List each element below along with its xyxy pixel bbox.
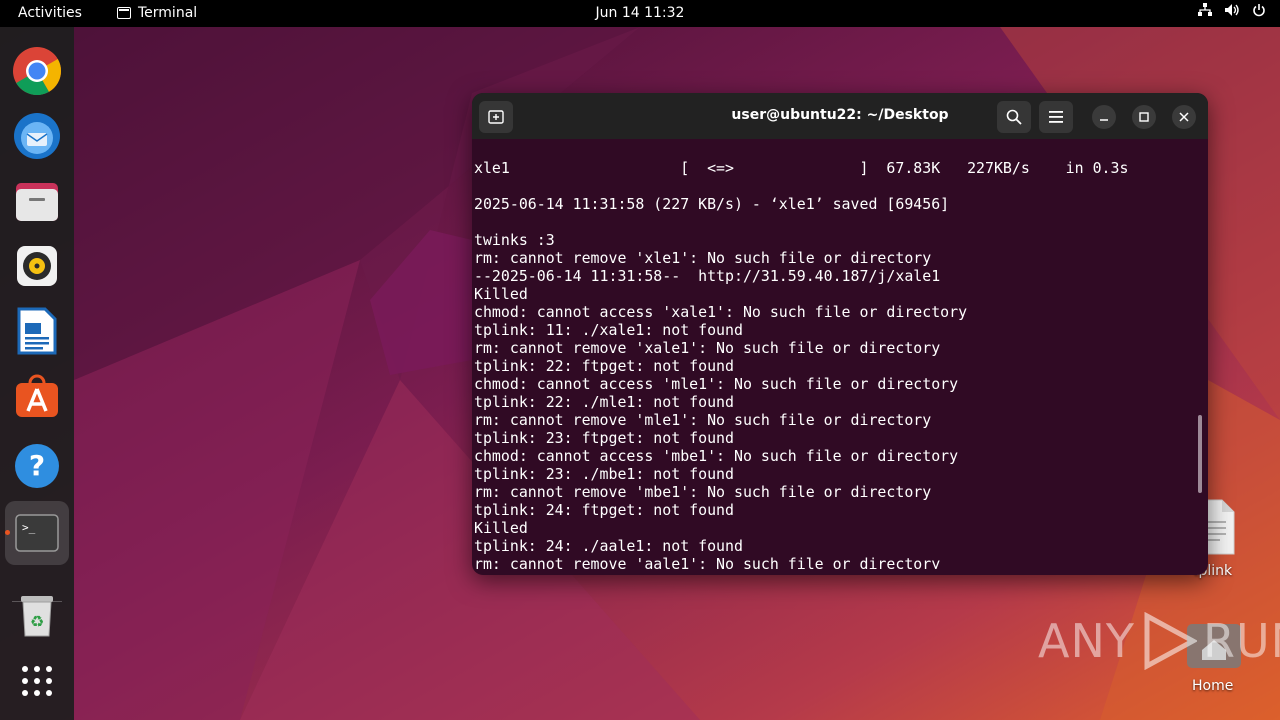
dock-writer[interactable] — [5, 299, 69, 363]
terminal-output[interactable]: xle1 [ <=> ] 67.83K 227KB/s in 0.3s 2025-… — [474, 159, 1194, 569]
terminal-line: chmod: cannot access 'mle1': No such fil… — [474, 375, 959, 393]
dock-trash[interactable]: ♻ — [5, 583, 69, 647]
play-logo-icon — [1144, 612, 1197, 670]
running-indicator — [5, 530, 10, 535]
dock-help[interactable]: ? — [5, 434, 69, 498]
desktop-icon-label: Home — [1192, 678, 1234, 694]
activities-button[interactable]: Activities — [18, 5, 82, 21]
terminal-line: rm: cannot remove 'mbe1': No such file o… — [474, 483, 932, 501]
terminal-line: 2025-06-14 11:31:58 (227 KB/s) - ‘xle1’ … — [474, 195, 950, 213]
menu-button[interactable] — [1039, 101, 1073, 133]
terminal-window[interactable]: user@ubuntu22: ~/Desktop xle1 [ <=> ] 67… — [472, 93, 1208, 575]
close-icon — [1179, 112, 1189, 122]
terminal-line: rm: cannot remove 'xle1': No such file o… — [474, 249, 932, 267]
power-icon — [1252, 3, 1266, 23]
terminal-line: chmod: cannot access 'xale1': No such fi… — [474, 303, 968, 321]
terminal-line: tplink: 11: ./xale1: not found — [474, 321, 743, 339]
terminal-icon: >_ — [15, 514, 59, 552]
terminal-line: tplink: 23: ftpget: not found — [474, 429, 734, 447]
dock-thunderbird[interactable] — [5, 104, 69, 168]
network-icon — [1198, 3, 1212, 23]
hamburger-menu-icon — [1049, 111, 1063, 123]
terminal-line: rm: cannot remove 'xale1': No such file … — [474, 339, 941, 357]
show-apps-icon — [22, 666, 52, 696]
terminal-line: rm: cannot remove 'aale1': No such file … — [474, 555, 941, 569]
terminal-line: tplink: 23: ./mbe1: not found — [474, 465, 734, 483]
dock: ? >_ ♻ — [0, 27, 74, 720]
volume-icon — [1224, 3, 1240, 23]
watermark: ANY RUN — [1038, 612, 1280, 670]
terminal-line: chmod: cannot access 'mbe1': No such fil… — [474, 447, 959, 465]
terminal-app-icon — [117, 7, 131, 19]
svg-text:♻: ♻ — [30, 612, 44, 631]
thunderbird-icon — [14, 113, 60, 159]
terminal-line: rm: cannot remove 'mle1': No such file o… — [474, 411, 932, 429]
chrome-icon — [13, 47, 62, 96]
minimize-icon — [1100, 119, 1108, 121]
app-menu[interactable]: Terminal — [117, 5, 197, 21]
terminal-line: Killed — [474, 285, 528, 303]
terminal-line: Killed — [474, 519, 528, 537]
close-button[interactable] — [1172, 105, 1196, 129]
libreoffice-writer-icon — [17, 307, 57, 355]
dock-app-center[interactable] — [5, 364, 69, 428]
scrollbar[interactable] — [1198, 415, 1202, 493]
files-icon — [16, 183, 58, 221]
terminal-line: tplink: 24: ftpget: not found — [474, 501, 734, 519]
terminal-line: tplink: 24: ./aale1: not found — [474, 537, 743, 555]
terminal-line: twinks :3 — [474, 231, 555, 249]
watermark-right: RUN — [1202, 614, 1280, 668]
svg-text:?: ? — [29, 449, 45, 482]
dock-terminal[interactable]: >_ — [5, 501, 69, 565]
terminal-line: xle1 [ <=> ] 67.83K 227KB/s in 0.3s — [474, 159, 1129, 177]
terminal-line: --2025-06-14 11:31:58-- http://31.59.40.… — [474, 267, 941, 285]
minimize-button[interactable] — [1092, 105, 1116, 129]
top-bar: Activities Terminal Jun 14 11:32 — [0, 0, 1280, 27]
terminal-line: tplink: 22: ./mle1: not found — [474, 393, 734, 411]
search-button[interactable] — [997, 101, 1031, 133]
dock-show-apps[interactable] — [5, 649, 69, 713]
app-menu-label: Terminal — [138, 5, 198, 21]
system-tray[interactable] — [1198, 3, 1266, 23]
search-icon — [1006, 109, 1022, 125]
dock-chrome[interactable] — [5, 39, 69, 103]
app-center-icon — [16, 374, 58, 417]
maximize-button[interactable] — [1132, 105, 1156, 129]
trash-icon: ♻ — [21, 596, 53, 637]
help-icon: ? — [15, 444, 59, 488]
dock-rhythmbox[interactable] — [5, 234, 69, 298]
svg-text:>_: >_ — [22, 521, 36, 534]
terminal-line: tplink: 22: ftpget: not found — [474, 357, 734, 375]
rhythmbox-icon — [17, 246, 57, 286]
terminal-titlebar[interactable]: user@ubuntu22: ~/Desktop — [472, 93, 1208, 139]
maximize-icon — [1139, 112, 1149, 122]
watermark-left: ANY — [1038, 614, 1135, 668]
dock-files[interactable] — [5, 169, 69, 233]
